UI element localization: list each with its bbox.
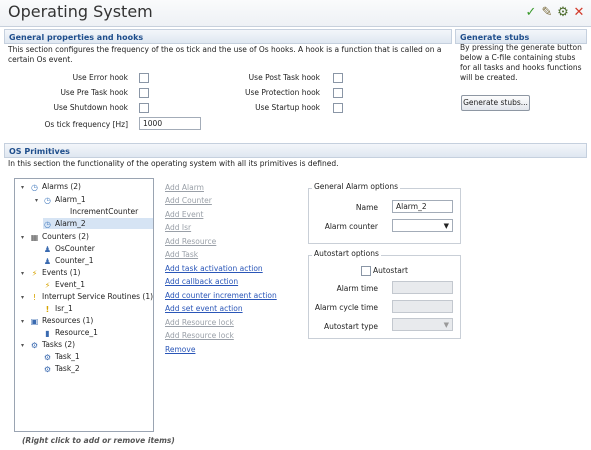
tick-frequency-label: Os tick frequency [Hz] bbox=[44, 120, 129, 129]
post-task-hook-checkbox[interactable] bbox=[333, 73, 343, 83]
isr-icon: ! bbox=[45, 305, 50, 314]
primitives-description: In this section the functionality of the… bbox=[8, 159, 339, 168]
event-icon: ⚡ bbox=[44, 281, 51, 290]
stubs-section-header[interactable]: Generate stubs bbox=[455, 29, 587, 44]
autostart-type-label: Autostart type bbox=[323, 322, 378, 331]
alarm-counter-label: Alarm counter bbox=[324, 222, 378, 231]
primitives-section-header[interactable]: OS Primitives bbox=[4, 143, 587, 158]
expand-toggle-icon[interactable]: ▾ bbox=[19, 294, 26, 301]
add-set-event-action-link[interactable]: Add set event action bbox=[165, 304, 243, 314]
shutdown-hook-checkbox[interactable] bbox=[139, 103, 149, 113]
tree-node-alarm-1[interactable]: ◷ Alarm_1 bbox=[43, 194, 86, 205]
startup-hook-checkbox[interactable] bbox=[333, 103, 343, 113]
autostart-options-title: Autostart options bbox=[312, 249, 381, 259]
chevron-down-icon: ▼ bbox=[443, 321, 449, 329]
alarm-time-label: Alarm time bbox=[336, 284, 378, 293]
tree-node-event-1[interactable]: ⚡ Event_1 bbox=[43, 279, 85, 290]
add-task-link[interactable]: Add Task bbox=[165, 250, 198, 260]
resource-icon: ▮ bbox=[45, 329, 50, 338]
alarm-name-label: Name bbox=[355, 203, 378, 212]
primitives-tree[interactable]: ▾ ◷ Alarms (2) ▾ ◷ Alarm_1 IncrementCounte… bbox=[14, 178, 154, 432]
add-resource-lock-link-2[interactable]: Add Resource lock bbox=[165, 331, 234, 341]
alarm-options-title: General Alarm options bbox=[312, 182, 401, 192]
editor-header: Operating System ✓ ✎ ⚙ ✕ bbox=[0, 0, 591, 27]
task-icon: ⚙ bbox=[43, 353, 52, 362]
expand-toggle-icon[interactable]: ▾ bbox=[19, 184, 26, 191]
counter-icon: ♟ bbox=[43, 257, 52, 266]
add-event-link[interactable]: Add Event bbox=[165, 210, 203, 220]
alarm-group-icon: ◷ bbox=[31, 183, 38, 192]
alarm-options-group bbox=[308, 188, 461, 244]
general-section-header[interactable]: General properties and hooks bbox=[4, 29, 452, 44]
alarm-cycle-time-input[interactable] bbox=[392, 300, 453, 313]
hook-label: Use Startup hook bbox=[255, 103, 320, 112]
hook-label: Use Pre Task hook bbox=[60, 88, 128, 97]
counter-icon: ♟ bbox=[43, 245, 52, 254]
wrench-icon[interactable]: ✎ bbox=[540, 6, 554, 20]
counter-group-icon: ▦ bbox=[30, 233, 39, 242]
alarm-icon: ◷ bbox=[44, 196, 51, 205]
pre-task-hook-checkbox[interactable] bbox=[139, 88, 149, 98]
tree-node-resource-1[interactable]: ▮ Resource_1 bbox=[43, 327, 98, 338]
tick-frequency-input[interactable]: 1000 bbox=[139, 117, 201, 130]
alarm-time-input[interactable] bbox=[392, 281, 453, 294]
tree-node-isr-1[interactable]: ! Isr_1 bbox=[43, 303, 73, 314]
add-isr-link[interactable]: Add Isr bbox=[165, 223, 191, 233]
alarm-cycle-time-label: Alarm cycle time bbox=[314, 303, 378, 312]
add-callback-action-link[interactable]: Add callback action bbox=[165, 277, 238, 287]
remove-link[interactable]: Remove bbox=[165, 345, 195, 355]
error-hook-checkbox[interactable] bbox=[139, 73, 149, 83]
close-icon[interactable]: ✕ bbox=[572, 6, 586, 20]
add-resource-lock-link[interactable]: Add Resource lock bbox=[165, 318, 234, 328]
chevron-down-icon: ▼ bbox=[443, 222, 449, 230]
expand-toggle-icon[interactable]: ▾ bbox=[19, 270, 26, 277]
autostart-checkbox[interactable] bbox=[361, 266, 371, 276]
tree-hint: (Right click to add or remove items) bbox=[22, 436, 175, 445]
tree-node-tasks[interactable]: ⚙ Tasks (2) bbox=[30, 339, 75, 350]
hook-label: Use Error hook bbox=[72, 73, 128, 82]
task-icon: ⚙ bbox=[43, 365, 52, 374]
check-icon[interactable]: ✓ bbox=[524, 6, 538, 20]
tree-node-task-2[interactable]: ⚙ Task_2 bbox=[43, 363, 80, 374]
add-alarm-link[interactable]: Add Alarm bbox=[165, 183, 204, 193]
expand-toggle-icon[interactable]: ▾ bbox=[19, 234, 26, 241]
general-description: This section configures the frequency of… bbox=[8, 45, 442, 64]
alarm-name-input[interactable]: Alarm_2 bbox=[392, 200, 453, 213]
tree-node-events[interactable]: ⚡ Events (1) bbox=[30, 267, 81, 278]
alarm-counter-dropdown[interactable]: ▼ bbox=[392, 219, 453, 232]
page-title: Operating System bbox=[8, 2, 153, 21]
add-task-activation-action-link[interactable]: Add task activation action bbox=[165, 264, 263, 274]
gear-icon[interactable]: ⚙ bbox=[556, 6, 570, 20]
expand-toggle-icon[interactable]: ▾ bbox=[33, 197, 40, 204]
autostart-type-dropdown[interactable]: ▼ bbox=[392, 318, 453, 331]
generate-stubs-button[interactable]: Generate stubs... bbox=[461, 95, 530, 111]
tree-node-alarm-2[interactable]: ◷ Alarm_2 bbox=[43, 218, 153, 229]
resource-group-icon: ▣ bbox=[30, 317, 39, 326]
stubs-description: By pressing the generate button below a … bbox=[460, 43, 582, 82]
tree-node-resources[interactable]: ▣ Resources (1) bbox=[30, 315, 94, 326]
tree-node-alarms[interactable]: ◷ Alarms (2) bbox=[30, 181, 81, 192]
protection-hook-checkbox[interactable] bbox=[333, 88, 343, 98]
add-counter-increment-action-link[interactable]: Add counter increment action bbox=[165, 291, 277, 301]
add-counter-link[interactable]: Add Counter bbox=[165, 196, 212, 206]
hook-label: Use Post Task hook bbox=[248, 73, 320, 82]
task-group-icon: ⚙ bbox=[30, 341, 39, 350]
hook-label: Use Shutdown hook bbox=[53, 103, 129, 112]
hook-label: Use Protection hook bbox=[245, 88, 320, 97]
autostart-label: Autostart bbox=[373, 266, 408, 275]
isr-group-icon: ! bbox=[32, 293, 37, 302]
tree-node-counters[interactable]: ▦ Counters (2) bbox=[30, 231, 89, 242]
event-group-icon: ⚡ bbox=[31, 269, 38, 278]
tree-node-increment-counter[interactable]: IncrementCounter bbox=[70, 206, 138, 217]
alarm-icon: ◷ bbox=[44, 220, 51, 229]
tree-node-oscounter[interactable]: ♟ OsCounter bbox=[43, 243, 95, 254]
add-resource-link[interactable]: Add Resource bbox=[165, 237, 216, 247]
tree-node-task-1[interactable]: ⚙ Task_1 bbox=[43, 351, 80, 362]
tree-node-isrs[interactable]: ! Interrupt Service Routines (1) bbox=[30, 291, 153, 302]
expand-toggle-icon[interactable]: ▾ bbox=[19, 342, 26, 349]
tree-node-counter-1[interactable]: ♟ Counter_1 bbox=[43, 255, 94, 266]
expand-toggle-icon[interactable]: ▾ bbox=[19, 318, 26, 325]
